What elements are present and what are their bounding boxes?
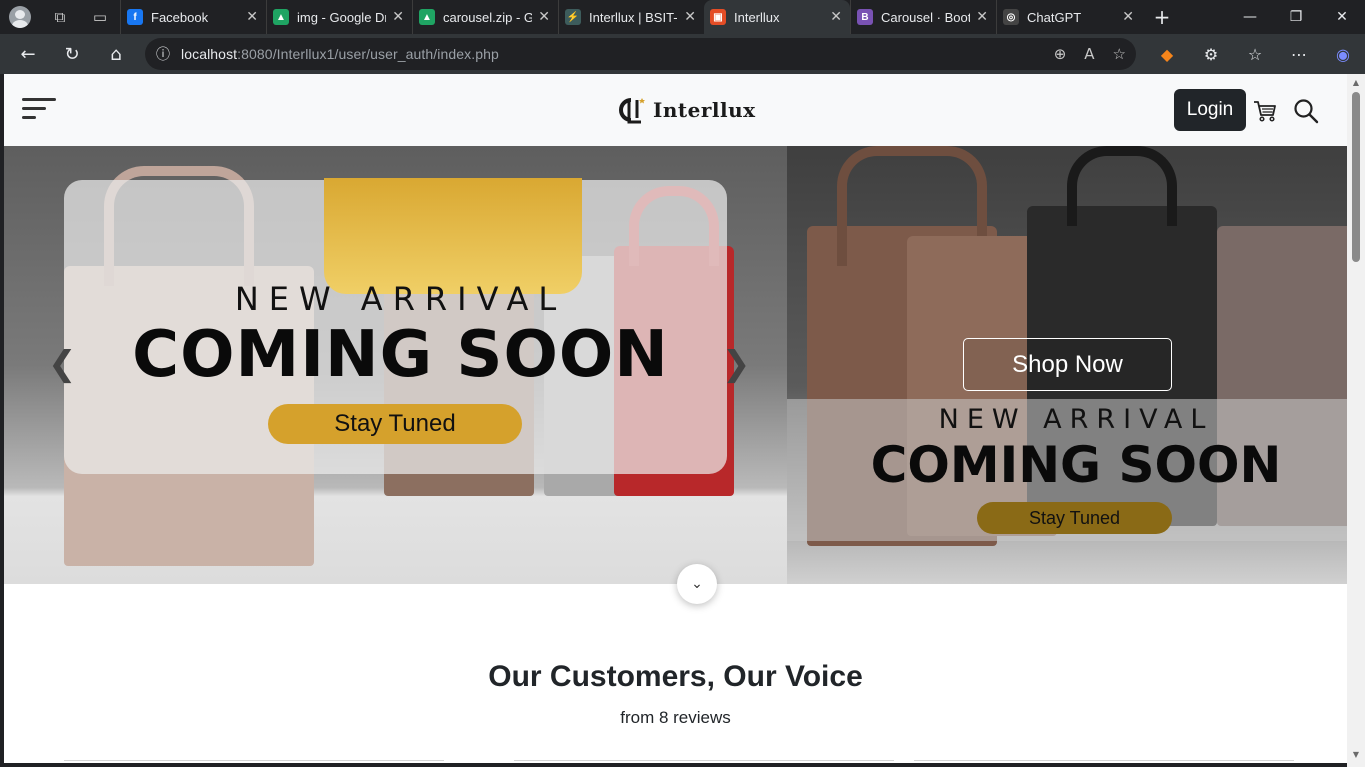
browser-tab[interactable]: ▲ carousel.zip - Go ✕ <box>412 0 558 34</box>
metamask-extension-icon[interactable]: ◆ <box>1145 34 1189 74</box>
browser-tab[interactable]: ▲ img - Google Dr ✕ <box>266 0 412 34</box>
back-icon[interactable]: ← <box>6 34 50 74</box>
tab-favicon-icon: ▣ <box>710 9 726 25</box>
tab-favicon-icon: B <box>857 9 873 25</box>
login-button[interactable]: Login <box>1174 89 1246 131</box>
carousel-slide-left: NEW ARRIVAL COMING SOON Stay Tuned ❮ ❯ <box>4 146 787 584</box>
favorite-star-icon[interactable]: ☆ <box>1113 45 1126 63</box>
brand-name: Interllux <box>653 98 756 122</box>
tab-title: ChatGPT <box>1027 9 1082 25</box>
scroll-thumb[interactable] <box>1352 92 1360 262</box>
scroll-down-icon[interactable]: ▼ <box>1351 750 1361 760</box>
tab-favicon-icon: ▲ <box>273 9 289 25</box>
tab-close-icon[interactable]: ✕ <box>684 9 696 25</box>
more-menu-icon[interactable]: ⋯ <box>1277 34 1321 74</box>
window-controls: — ❐ ✕ <box>1227 0 1365 34</box>
favorites-icon[interactable]: ☆ <box>1233 34 1277 74</box>
stay-tuned-pill-2: Stay Tuned <box>977 502 1172 534</box>
bag-handle-image <box>1067 146 1177 226</box>
cart-icon[interactable] <box>1253 100 1277 122</box>
tab-favicon-icon: ⚡ <box>565 9 581 25</box>
tab-actions-icon[interactable]: ▭ <box>80 0 120 34</box>
browser-tabstrip: ⧉ ▭ f Facebook ✕ ▲ img - Google Dr ✕ ▲ carousel… <box>0 0 1365 34</box>
profile-avatar[interactable] <box>0 0 40 34</box>
review-cards-top-edge <box>64 758 1294 763</box>
tabstrip-left-icons: ⧉ ▭ <box>0 0 120 34</box>
browser-tab[interactable]: ⚡ Interllux | BSIT-3 ✕ <box>558 0 704 34</box>
url-host: localhost <box>181 46 238 62</box>
shop-now-button[interactable]: Shop Now <box>963 338 1172 391</box>
browser-tab[interactable]: f Facebook ✕ <box>120 0 266 34</box>
tab-favicon-icon: ◎ <box>1003 9 1019 25</box>
scroll-up-icon[interactable]: ▲ <box>1351 78 1361 88</box>
new-arrival-heading: NEW ARRIVAL <box>234 280 567 318</box>
page-scrollbar[interactable]: ▲ ▼ <box>1347 74 1365 767</box>
stay-tuned-pill: Stay Tuned <box>268 404 522 444</box>
reviews-title: Our Customers, Our Voice <box>488 660 863 693</box>
scroll-down-chevron-icon[interactable]: ⌄ <box>677 564 717 604</box>
browser-toolbar: ← ↻ ⌂ ⓘ localhost:8080/Interllux1/user/u… <box>0 34 1365 74</box>
tab-list: f Facebook ✕ ▲ img - Google Dr ✕ ▲ carousel.zip… <box>120 0 1142 34</box>
reload-icon[interactable]: ↻ <box>50 34 94 74</box>
tab-close-icon[interactable]: ✕ <box>830 9 842 25</box>
tab-close-icon[interactable]: ✕ <box>976 9 988 25</box>
menu-hamburger-icon[interactable] <box>22 98 58 122</box>
tab-favicon-icon: ▲ <box>419 9 435 25</box>
tab-title: Interllux <box>734 9 780 25</box>
browser-tab[interactable]: B Carousel · Boots ✕ <box>850 0 996 34</box>
extensions-icon[interactable]: ⚙ <box>1189 34 1233 74</box>
tab-close-icon[interactable]: ✕ <box>392 9 404 25</box>
minimize-icon[interactable]: — <box>1227 0 1273 34</box>
address-bar[interactable]: ⓘ localhost:8080/Interllux1/user/user_au… <box>145 38 1136 70</box>
zoom-icon[interactable]: ⊕ <box>1054 45 1067 63</box>
tab-title: Facebook <box>151 9 209 25</box>
url-text[interactable]: localhost:8080/Interllux1/user/user_auth… <box>181 46 499 62</box>
close-window-icon[interactable]: ✕ <box>1319 0 1365 34</box>
restore-icon[interactable]: ❐ <box>1273 0 1319 34</box>
carousel-prev-icon[interactable]: ❮ <box>48 344 77 384</box>
toolbar-right: ◆ ⚙ ☆ ⋯ ◉ <box>1145 34 1365 74</box>
tab-close-icon[interactable]: ✕ <box>246 9 258 25</box>
tab-close-icon[interactable]: ✕ <box>538 9 550 25</box>
new-tab-icon[interactable]: + <box>1142 0 1182 34</box>
home-icon[interactable]: ⌂ <box>94 34 138 74</box>
brand-logo-icon <box>617 96 649 124</box>
site-info-icon[interactable]: ⓘ <box>145 44 181 64</box>
tab-favicon-icon: f <box>127 9 143 25</box>
search-icon[interactable] <box>1293 98 1319 124</box>
browser-tab[interactable]: ◎ ChatGPT ✕ <box>996 0 1142 34</box>
workspaces-icon[interactable]: ⧉ <box>40 0 80 34</box>
tab-title: Interllux | BSIT-3 <box>589 9 679 25</box>
promo-gold-shape <box>324 178 582 294</box>
coming-soon-heading-2: COMING SOON <box>870 436 1282 494</box>
carousel-slide-right: Shop Now NEW ARRIVAL COMING SOON Stay Tu… <box>787 146 1347 584</box>
tab-title: img - Google Dr <box>297 9 387 25</box>
read-aloud-icon[interactable]: A <box>1084 45 1094 63</box>
coming-soon-heading: COMING SOON <box>132 318 669 392</box>
omnibox-actions: ⊕ A ☆ <box>1054 38 1126 70</box>
tab-title: carousel.zip - Go <box>443 9 533 25</box>
copilot-icon[interactable]: ◉ <box>1321 34 1365 74</box>
site-header: Interllux Login <box>4 74 1347 146</box>
tab-title: Carousel · Boots <box>881 9 971 25</box>
brand[interactable]: Interllux <box>617 96 756 124</box>
hero-carousel: NEW ARRIVAL COMING SOON Stay Tuned ❮ ❯ S… <box>4 146 1347 584</box>
url-path: :8080/Interllux1/user/user_auth/index.ph… <box>237 46 499 62</box>
reviews-count: from 8 reviews <box>620 708 731 727</box>
carousel-next-icon[interactable]: ❯ <box>722 344 751 384</box>
new-arrival-heading-2: NEW ARRIVAL <box>938 404 1214 435</box>
page-viewport: Interllux Login NEW ARRIVAL COMING SOON … <box>4 74 1347 763</box>
tab-close-icon[interactable]: ✕ <box>1122 9 1134 25</box>
browser-tab[interactable]: ▣ Interllux ✕ <box>704 0 850 34</box>
profile-icon <box>9 6 31 28</box>
